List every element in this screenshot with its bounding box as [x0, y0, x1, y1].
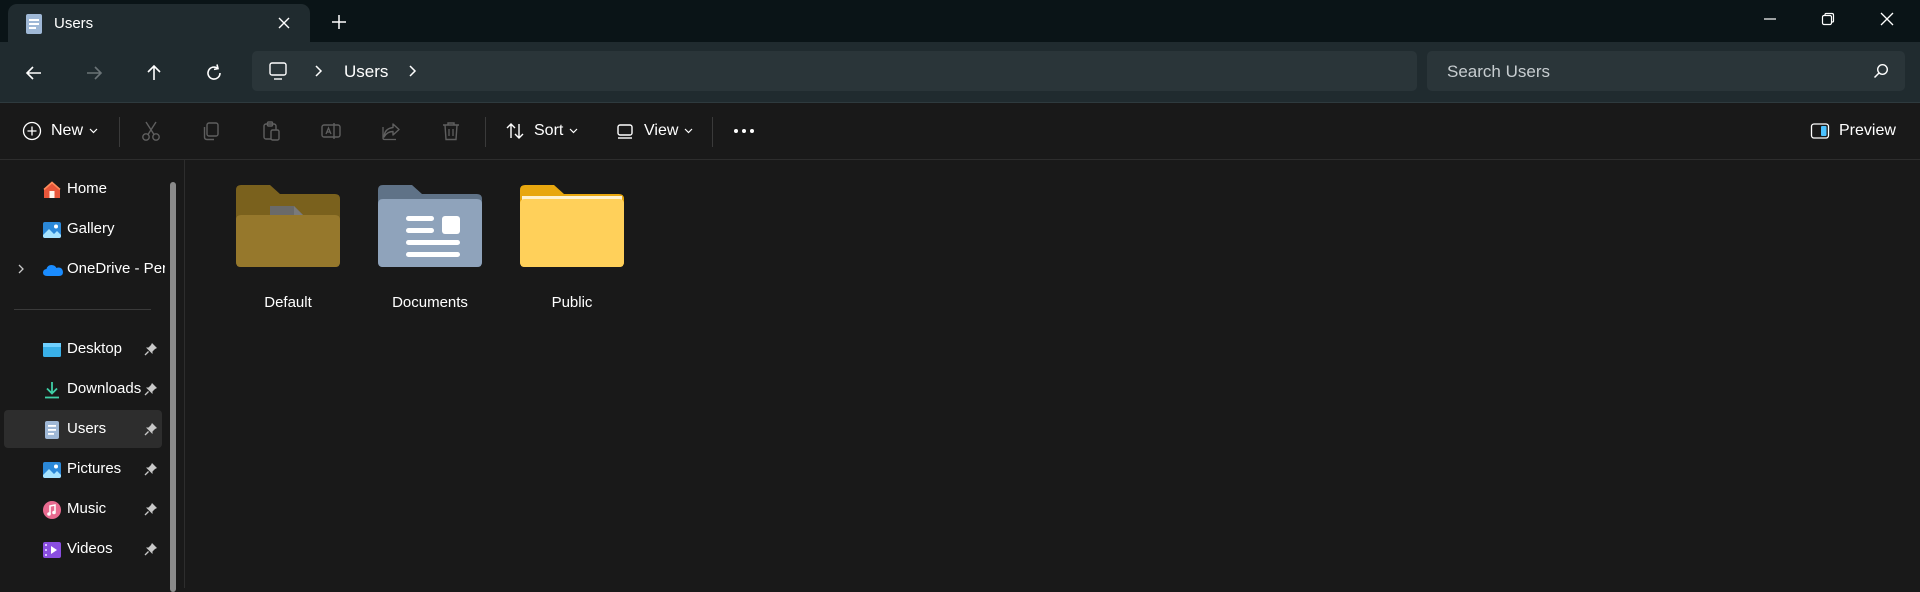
preview-pane-icon [1810, 123, 1830, 139]
sidebar-item-label: Home [67, 180, 108, 197]
copy-icon[interactable] [200, 120, 222, 142]
chevron-down-icon [684, 128, 693, 134]
breadcrumb-users[interactable]: Users [344, 62, 388, 82]
sidebar-item-home[interactable]: Home [4, 170, 162, 208]
address-bar[interactable]: Users [252, 51, 1417, 91]
folder-item-documents[interactable]: Documents [360, 182, 500, 311]
sort-label: Sort [534, 122, 564, 139]
pin-icon[interactable] [144, 342, 158, 356]
sort-button[interactable]: Sort [505, 103, 578, 159]
more-options-icon [734, 129, 754, 133]
onedrive-icon [42, 260, 63, 280]
search-box[interactable] [1427, 51, 1905, 93]
videos-icon [42, 540, 62, 560]
pin-icon[interactable] [144, 422, 158, 436]
close-tab-icon[interactable] [276, 15, 292, 31]
command-bar: New Sort View Preview [0, 103, 1920, 160]
restore-button[interactable] [1799, 0, 1857, 38]
add-circle-icon [22, 121, 42, 141]
close-icon [1880, 12, 1894, 26]
pin-icon[interactable] [144, 382, 158, 396]
refresh-icon [207, 64, 221, 80]
divider [712, 117, 713, 147]
file-list: Default Documents Public [185, 160, 1920, 588]
sidebar-item-label: OneDrive - Personal [67, 260, 165, 277]
sidebar-item-label: Gallery [67, 220, 115, 237]
sidebar-item-desktop[interactable]: Desktop [4, 330, 162, 368]
divider [119, 117, 120, 147]
public-folder-icon [518, 182, 626, 270]
this-pc-icon[interactable] [268, 61, 288, 81]
sidebar-item-pictures[interactable]: Pictures [4, 450, 162, 488]
paste-icon[interactable] [260, 120, 282, 142]
pictures-icon [42, 460, 62, 480]
forward-arrow-icon [87, 66, 103, 80]
folder-item-default[interactable]: Default [218, 182, 358, 311]
minimize-icon [1764, 18, 1776, 20]
folder-item-public[interactable]: Public [502, 182, 642, 311]
rename-icon[interactable] [320, 120, 342, 142]
tab-users[interactable]: Users [8, 4, 310, 42]
item-name: Public [551, 294, 593, 311]
sidebar-item-downloads[interactable]: Downloads [4, 370, 162, 408]
view-label: View [644, 122, 679, 139]
tab-title: Users [54, 15, 94, 32]
divider [485, 117, 486, 147]
chevron-right-icon[interactable] [16, 263, 26, 275]
title-bar: Users [0, 0, 1920, 42]
view-button[interactable]: View [615, 103, 693, 159]
users-icon [42, 420, 62, 440]
delete-icon[interactable] [440, 120, 462, 142]
pin-icon[interactable] [144, 542, 158, 556]
new-tab-icon[interactable] [330, 13, 348, 31]
sidebar-item-users[interactable]: Users [4, 410, 162, 448]
sidebar-item-gallery[interactable]: Gallery [4, 210, 162, 248]
minimize-button[interactable] [1741, 0, 1799, 38]
users-folder-icon [24, 13, 44, 35]
search-input[interactable] [1445, 51, 1869, 93]
up-arrow-icon [147, 64, 161, 80]
close-window-button[interactable] [1858, 0, 1916, 38]
home-icon [42, 180, 62, 200]
documents-folder-icon [376, 182, 484, 270]
sidebar-item-music[interactable]: Music [4, 490, 162, 528]
new-label: New [51, 122, 84, 139]
pin-icon[interactable] [144, 502, 158, 516]
sidebar-item-onedrive[interactable]: OneDrive - Personal [4, 250, 165, 288]
divider [14, 309, 151, 310]
search-icon[interactable] [1873, 63, 1889, 79]
navigation-bar: Users [0, 42, 1920, 103]
navigation-pane: Home Gallery OneDrive - Personal Desktop… [0, 160, 185, 592]
view-icon [617, 124, 633, 139]
forward-button[interactable] [82, 61, 106, 85]
sidebar-scrollbar[interactable] [170, 182, 176, 592]
restore-icon [1821, 12, 1835, 26]
gallery-icon [42, 220, 62, 240]
chevron-down-icon [569, 128, 578, 134]
item-name: Default [264, 294, 312, 311]
preview-button[interactable]: Preview [1810, 103, 1896, 159]
new-button[interactable]: New [22, 103, 98, 159]
cut-icon[interactable] [140, 120, 162, 142]
see-more-button[interactable] [733, 103, 755, 159]
pin-icon[interactable] [144, 462, 158, 476]
default-folder-icon [234, 182, 342, 270]
downloads-icon [42, 380, 62, 400]
chevron-down-icon [89, 128, 98, 134]
chevron-right-icon[interactable] [406, 64, 418, 78]
chevron-right-icon[interactable] [312, 64, 324, 78]
sort-icon [506, 123, 524, 139]
up-button[interactable] [142, 61, 166, 85]
back-arrow-icon [25, 66, 41, 80]
sidebar-item-videos[interactable]: Videos [4, 530, 162, 568]
item-name: Documents [392, 294, 468, 311]
desktop-icon [42, 340, 62, 360]
music-icon [42, 500, 62, 520]
share-icon[interactable] [380, 120, 402, 142]
preview-label: Preview [1839, 122, 1896, 139]
back-button[interactable] [22, 61, 46, 85]
refresh-button[interactable] [202, 61, 226, 85]
